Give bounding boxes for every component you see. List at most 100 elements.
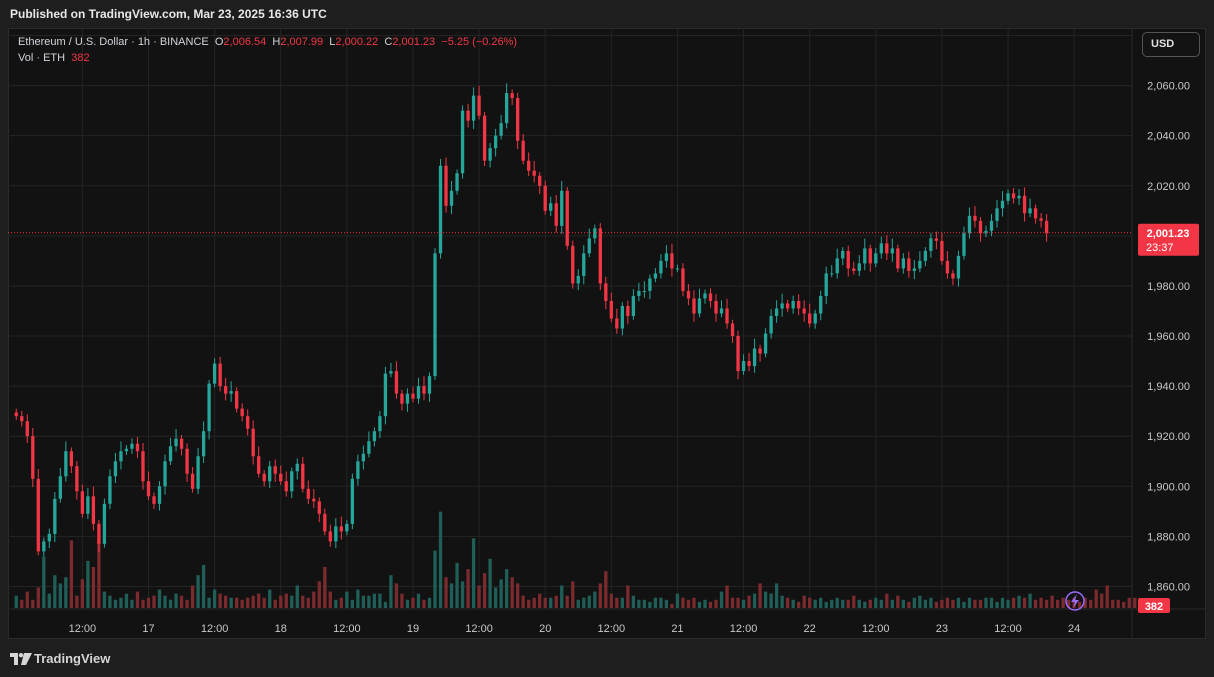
candle-body [433, 253, 437, 377]
currency-button[interactable]: USD [1142, 32, 1200, 57]
candle-body [967, 215, 972, 234]
volume-bar [708, 601, 713, 608]
candle-body [852, 268, 856, 271]
volume-bar [207, 597, 211, 608]
volume-bar [1061, 597, 1065, 608]
volume-bar [328, 591, 332, 608]
volume-bar [301, 595, 305, 608]
volume-bar [967, 597, 972, 608]
candle-body [394, 371, 399, 394]
volume-bar [923, 599, 928, 608]
candle-body [301, 463, 305, 489]
volume-bar [830, 599, 834, 608]
volume-bar [995, 601, 999, 608]
footer-brand: TradingView [34, 651, 111, 666]
volume-bar [312, 591, 316, 608]
volume-bar [763, 591, 768, 608]
candle-body [471, 95, 476, 121]
candle-body [212, 363, 217, 384]
candle-body [830, 273, 834, 275]
candle-body [576, 275, 580, 284]
candle-body [141, 451, 145, 482]
volume-bar [973, 599, 977, 608]
candle-body [295, 463, 299, 472]
candle-body [163, 461, 167, 487]
candle-body [223, 386, 228, 394]
volume-bar [80, 579, 85, 608]
volume-bar [339, 597, 343, 608]
volume-bar [25, 591, 29, 608]
y-tick-label: 1,940.00 [1147, 381, 1190, 393]
candle-body [91, 496, 96, 524]
candle-body [361, 453, 366, 462]
legend-symbol: Ethereum / U.S. Dollar · 1h · BINANCE [18, 36, 209, 48]
volume-bar [780, 595, 784, 608]
legend-volume-label: Vol · ETH [18, 52, 66, 64]
candle-body [449, 190, 454, 206]
volume-bar [901, 599, 905, 608]
volume-bar [257, 593, 261, 608]
candle-body [681, 268, 685, 291]
candle-body [868, 248, 872, 264]
volume-bar [433, 550, 437, 608]
candle-body [207, 383, 211, 432]
volume-bar [268, 589, 272, 608]
volume-bar [427, 597, 432, 608]
candle-body [168, 446, 173, 462]
candle-body [240, 408, 244, 417]
candle-body [1017, 195, 1021, 199]
volume-bar [532, 597, 536, 608]
volume-bar [653, 597, 658, 608]
volume-bar [152, 595, 156, 608]
volume-bar [1022, 597, 1027, 608]
candle-body [334, 526, 338, 542]
volume-bars [14, 511, 1137, 608]
candle-body [196, 456, 200, 489]
candle-body [405, 393, 410, 404]
volume-bar [262, 597, 266, 608]
candle-body [774, 308, 779, 316]
volume-bar [890, 599, 894, 608]
x-tick-label: 23 [936, 623, 948, 635]
volume-bar [576, 599, 580, 608]
volume-bar [36, 587, 40, 608]
candle-body [1033, 208, 1038, 219]
candle-body [389, 371, 393, 374]
volume-bar [323, 567, 327, 608]
candle-body [460, 110, 465, 174]
candle-body [86, 496, 90, 514]
legend-volume-row: Vol · ETH 382 [18, 50, 517, 66]
candle-body [813, 313, 817, 324]
volume-bar [1033, 599, 1038, 608]
candle-body [785, 303, 790, 309]
volume-bar [929, 597, 933, 608]
candle-body [345, 523, 349, 532]
volume-bar [907, 601, 911, 608]
volume-bar [785, 597, 790, 608]
volume-bar [758, 583, 762, 608]
candle-body [339, 526, 343, 532]
candle-body [179, 438, 184, 449]
x-tick-label: 22 [804, 623, 816, 635]
volume-bar [863, 601, 867, 608]
candle-body [901, 258, 905, 269]
candle-body [984, 230, 988, 234]
x-tick-label: 12:00 [333, 623, 361, 635]
time-axis: 12:00 17 12:00 18 12:00 19 12:00 20 12:00 21 12:00… [69, 623, 1081, 635]
candle-body [521, 140, 525, 161]
volume-bar [1028, 593, 1032, 608]
tradingview-logo-icon [10, 653, 32, 665]
candle-body [670, 253, 674, 269]
candle-body [874, 253, 878, 264]
candle-body [626, 305, 630, 316]
volume-bar [493, 587, 498, 608]
candlestick-chart[interactable]: 2,080.002,060.002,040.002,020.002,000.00… [8, 28, 1206, 639]
candle-body [466, 110, 470, 121]
volume-bar [146, 597, 151, 608]
candle-body [477, 95, 481, 116]
volume-bar [725, 585, 729, 608]
volume-bar [813, 599, 817, 608]
volume-bar [367, 595, 371, 608]
volume-bar [543, 597, 547, 608]
candle-body [697, 298, 702, 314]
